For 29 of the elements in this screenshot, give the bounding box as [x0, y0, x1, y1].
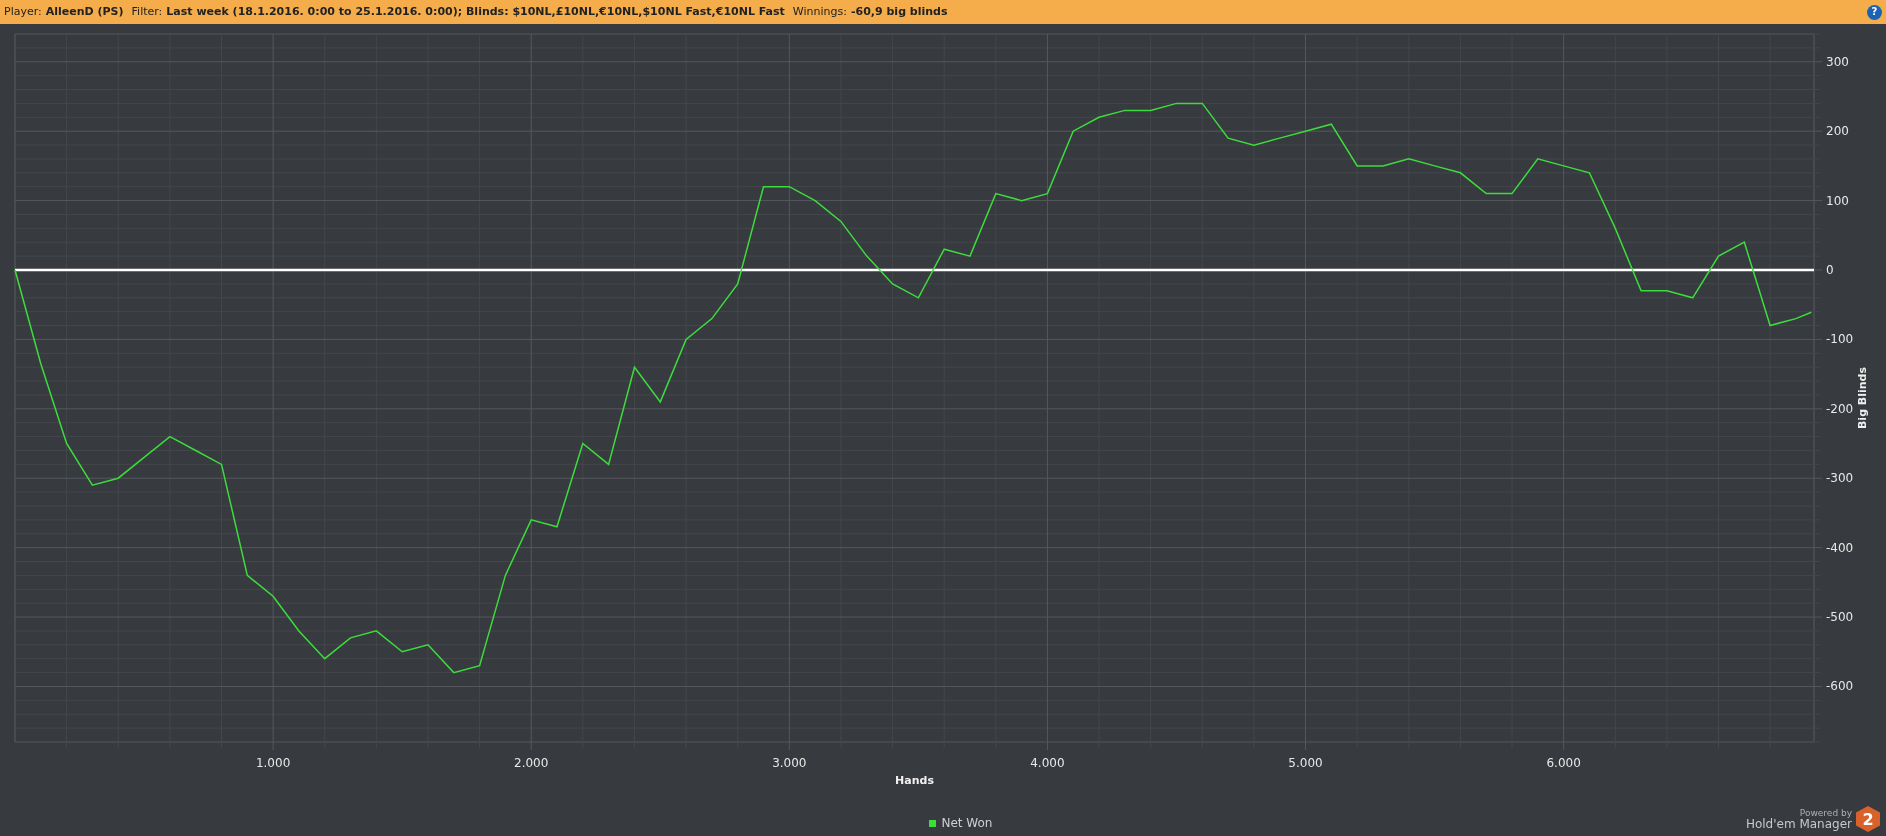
x-tick-label: 5.000	[1288, 756, 1323, 770]
y-tick-label: -300	[1826, 471, 1854, 486]
help-button[interactable]: ?	[1867, 4, 1882, 20]
y-tick-label: 0	[1826, 263, 1834, 277]
y-tick-label: -400	[1826, 540, 1854, 555]
header-label: Filter:	[131, 3, 163, 20]
header-label: Player:	[4, 3, 42, 20]
x-tick-label: 1.000	[255, 756, 291, 770]
hexagon-logo-icon: 2	[1856, 806, 1880, 832]
y-tick-label: -500	[1826, 610, 1854, 625]
x-tick-label: 3.000	[772, 756, 807, 770]
legend-label: Net Won	[941, 815, 993, 832]
powered-by-caption: Powered by	[1799, 808, 1852, 818]
header-value: AlleenD (PS)	[45, 3, 124, 20]
y-tick-label: 200	[1826, 124, 1849, 139]
x-tick-label: 4.000	[1030, 756, 1065, 770]
y-tick-label: -600	[1826, 679, 1854, 694]
x-tick-label: 2.000	[514, 756, 549, 770]
header-value: -60,9 big blinds	[850, 3, 948, 20]
y-tick-label: 300	[1826, 54, 1849, 69]
product-name: Hold'em Manager	[1745, 817, 1852, 830]
y-tick-label: -200	[1826, 401, 1854, 416]
header-value: Last week (18.1.2016. 0:00 to 25.1.2016. 0:00); Blinds: $10NL,£10NL,€10NL,$10NL Fast,€10NL Fast	[166, 3, 785, 20]
y-axis-title: Big Blinds	[1856, 367, 1869, 429]
x-tick-label: 6.000	[1546, 756, 1581, 770]
y-tick-label: -100	[1826, 332, 1854, 347]
header-label: Winnings:	[792, 3, 847, 20]
x-axis-title: Hands	[895, 774, 934, 787]
y-tick-label: 100	[1826, 193, 1849, 208]
